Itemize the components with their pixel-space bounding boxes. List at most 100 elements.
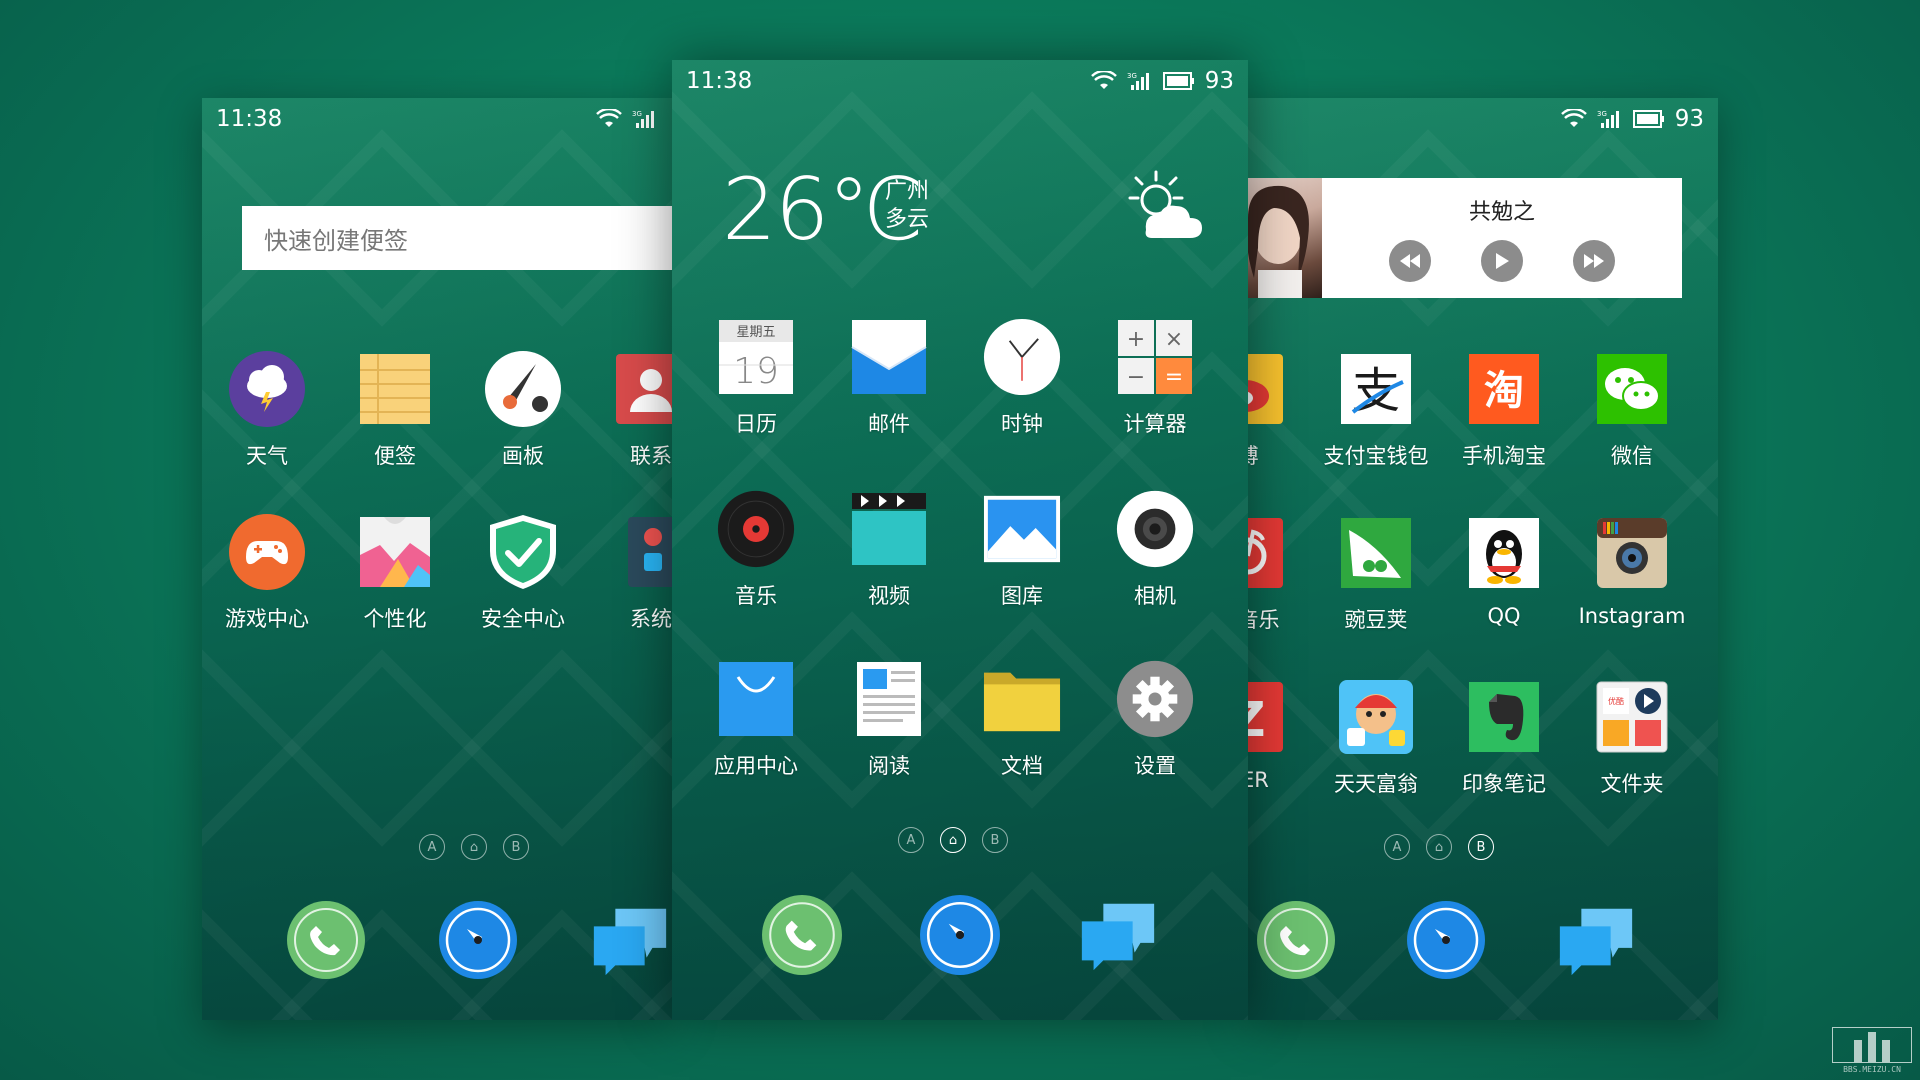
app-paint[interactable]: 画板 xyxy=(458,350,588,470)
page-dot-b[interactable]: B xyxy=(1468,834,1494,860)
app-label: 天气 xyxy=(246,444,288,468)
app-instagram[interactable]: Instagram xyxy=(1567,514,1697,628)
app-alipay[interactable]: 支 支付宝钱包 xyxy=(1311,350,1441,470)
app-wechat[interactable]: 微信 xyxy=(1567,350,1697,470)
dock-browser[interactable] xyxy=(436,898,520,982)
app-reader[interactable]: 阅读 xyxy=(824,660,954,780)
dock-phone[interactable] xyxy=(760,893,844,977)
quick-note-widget[interactable]: 快速创建便签 xyxy=(242,206,672,270)
messages-icon xyxy=(1081,903,1155,971)
app-video[interactable]: 视频 xyxy=(824,490,954,610)
app-label: 音乐 xyxy=(735,584,777,608)
page-dot-home[interactable]: ⌂ xyxy=(461,834,487,860)
right-home-screen: 3G 93 共勉之 支 支付宝钱包 淘 手机淘宝 微信 乐 豌豆荚 QQ Ins… xyxy=(1248,98,1718,1020)
app-tiantian-fuweng[interactable]: 天天富翁 xyxy=(1311,678,1441,798)
fast-forward-button[interactable] xyxy=(1573,240,1615,282)
dock-browser[interactable] xyxy=(918,893,1002,977)
folder-icon xyxy=(983,660,1061,738)
watermark-logo: BBS.MEIZU.CN xyxy=(1832,1027,1912,1074)
svg-text:优酷: 优酷 xyxy=(1608,696,1624,706)
app-weather[interactable]: 天气 xyxy=(202,350,332,470)
page-dot-a[interactable]: A xyxy=(419,834,445,860)
app-evernote[interactable]: 印象笔记 xyxy=(1439,678,1569,798)
app-qq[interactable]: QQ xyxy=(1439,514,1569,628)
app-zaker[interactable]: Z KER xyxy=(1248,678,1313,792)
wifi-icon xyxy=(1090,71,1117,91)
app-label: 系统 xyxy=(630,607,672,631)
page-dot-a[interactable]: A xyxy=(1384,834,1410,860)
page-indicator: A ⌂ B xyxy=(898,827,1008,853)
dock-browser[interactable] xyxy=(1404,898,1488,982)
dock-messages[interactable] xyxy=(1076,893,1160,977)
clock-icon xyxy=(983,318,1061,396)
instagram-camera-icon xyxy=(1593,514,1671,592)
app-label: 画板 xyxy=(502,444,544,468)
system-tools-icon xyxy=(612,513,672,591)
app-contacts[interactable]: 联系 xyxy=(586,350,672,470)
app-calendar[interactable]: 星期五 19 日历 xyxy=(691,318,821,438)
video-clapper-icon xyxy=(850,490,928,568)
battery-icon xyxy=(1632,110,1665,128)
app-gallery[interactable]: 图库 xyxy=(957,490,1087,610)
app-weibo[interactable]: 博 xyxy=(1248,350,1313,470)
app-app-center[interactable]: 应用中心 xyxy=(691,660,821,780)
weather-location[interactable]: 广州 多云 xyxy=(885,178,929,234)
dock-messages[interactable] xyxy=(588,898,672,982)
dock-messages[interactable] xyxy=(1554,898,1638,982)
music-widget[interactable]: 共勉之 xyxy=(1248,178,1682,298)
page-dot-home[interactable]: ⌂ xyxy=(940,827,966,853)
page-dot-b[interactable]: B xyxy=(503,834,529,860)
app-label: 文档 xyxy=(1001,754,1043,778)
weibo-icon xyxy=(1248,350,1287,428)
partly-cloudy-icon xyxy=(1116,168,1206,252)
app-label: QQ xyxy=(1487,604,1521,628)
app-label: 手机淘宝 xyxy=(1462,444,1546,468)
app-security[interactable]: 安全中心 xyxy=(458,513,588,633)
app-calculator[interactable]: + × − = 计算器 xyxy=(1090,318,1220,438)
app-music[interactable]: 音乐 xyxy=(691,490,821,610)
app-notes[interactable]: 便签 xyxy=(330,350,460,470)
svg-text:Z: Z xyxy=(1248,692,1265,748)
app-documents[interactable]: 文档 xyxy=(957,660,1087,780)
app-label: 应用中心 xyxy=(714,754,798,778)
app-folder[interactable]: 优酷 文件夹 xyxy=(1567,678,1697,798)
app-label: 文件夹 xyxy=(1600,772,1664,796)
app-settings[interactable]: 设置 xyxy=(1090,660,1220,780)
contacts-icon xyxy=(612,350,672,428)
play-button[interactable] xyxy=(1481,240,1523,282)
app-clock[interactable]: 时钟 xyxy=(957,318,1087,438)
app-label: 便签 xyxy=(374,444,416,468)
app-game-center[interactable]: 游戏中心 xyxy=(202,513,332,633)
app-personalize[interactable]: 个性化 xyxy=(330,513,460,633)
page-dot-b[interactable]: B xyxy=(982,827,1008,853)
app-label: 阅读 xyxy=(868,754,910,778)
status-bar: 11:38 3G xyxy=(202,98,672,140)
dock-phone[interactable] xyxy=(1254,898,1338,982)
svg-text:=: = xyxy=(1165,365,1183,390)
dock-phone[interactable] xyxy=(284,898,368,982)
app-label: 视频 xyxy=(868,584,910,608)
app-system[interactable]: 系统 xyxy=(586,513,672,633)
app-label: 云音乐 xyxy=(1248,608,1280,632)
app-camera[interactable]: 相机 xyxy=(1090,490,1220,610)
app-wandoujia[interactable]: 豌豆荚 xyxy=(1311,514,1441,634)
app-mail[interactable]: 邮件 xyxy=(824,318,954,438)
page-dot-home[interactable]: ⌂ xyxy=(1426,834,1452,860)
svg-text:+: + xyxy=(1127,327,1145,352)
browser-compass-icon xyxy=(1407,901,1485,979)
left-home-screen: 11:38 3G 快速创建便签 天气 便签 画板 联系 游戏中心 个性化 安全中… xyxy=(202,98,672,1020)
wandoujia-icon xyxy=(1337,514,1415,592)
app-label: Instagram xyxy=(1578,604,1686,628)
evernote-icon xyxy=(1465,678,1543,756)
rewind-button[interactable] xyxy=(1389,240,1431,282)
app-taobao[interactable]: 淘 手机淘宝 xyxy=(1439,350,1569,470)
gallery-icon xyxy=(983,490,1061,568)
gamepad-icon xyxy=(228,513,306,591)
browser-compass-icon xyxy=(920,895,1000,975)
page-dot-a[interactable]: A xyxy=(898,827,924,853)
app-label: 个性化 xyxy=(363,607,427,631)
app-store-bag-icon xyxy=(717,660,795,738)
page-indicator: A ⌂ B xyxy=(1384,834,1494,860)
app-netease-music[interactable]: 云音乐 xyxy=(1248,514,1313,634)
qq-penguin-icon xyxy=(1465,514,1543,592)
